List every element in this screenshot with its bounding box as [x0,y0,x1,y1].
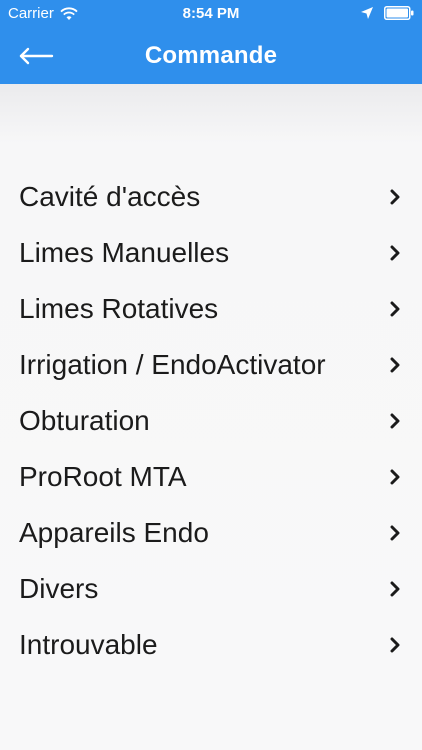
menu-list: Cavité d'accès Limes Manuelles Limes Rot… [0,169,422,673]
status-bar: Carrier 8:54 PM [0,0,422,28]
battery-icon [384,6,414,20]
chevron-right-icon [390,525,400,541]
menu-item-label: Divers [19,573,99,604]
location-icon [361,7,373,19]
menu-item-divers[interactable]: Divers [0,561,422,617]
menu-item-label: Limes Rotatives [19,293,219,324]
content-area: Cavité d'accès Limes Manuelles Limes Rot… [0,84,422,750]
menu-item-label: Introuvable [19,629,158,660]
menu-item-appareils-endo[interactable]: Appareils Endo [0,505,422,561]
back-button[interactable] [14,38,58,74]
chevron-right-icon [390,469,400,485]
chevron-right-icon [390,581,400,597]
menu-item-obturation[interactable]: Obturation [0,393,422,449]
menu-item-irrigation-endoactivator[interactable]: Irrigation / EndoActivator [0,337,422,393]
chevron-right-icon [390,357,400,373]
menu-item-label: Obturation [19,405,150,436]
menu-item-limes-rotatives[interactable]: Limes Rotatives [0,281,422,337]
back-arrow-icon [19,47,54,65]
chevron-right-icon [390,189,400,205]
chevron-right-icon [390,301,400,317]
header: Carrier 8:54 PM Commande [0,0,422,84]
status-time: 8:54 PM [182,5,240,22]
menu-item-label: Irrigation / EndoActivator [19,349,326,380]
chevron-right-icon [390,413,400,429]
nav-bar: Commande [0,28,422,84]
menu-item-label: Cavité d'accès [19,181,201,212]
page-title: Commande [144,42,278,69]
menu-item-introuvable[interactable]: Introuvable [0,617,422,673]
chevron-right-icon [390,245,400,261]
menu-item-cavite-dacces[interactable]: Cavité d'accès [0,169,422,225]
menu-item-proroot-mta[interactable]: ProRoot MTA [0,449,422,505]
menu-item-label: ProRoot MTA [19,461,187,492]
status-right [360,6,414,20]
menu-item-label: Appareils Endo [19,517,209,548]
chevron-right-icon [390,637,400,653]
menu-item-limes-manuelles[interactable]: Limes Manuelles [0,225,422,281]
menu-item-label: Limes Manuelles [19,237,230,268]
